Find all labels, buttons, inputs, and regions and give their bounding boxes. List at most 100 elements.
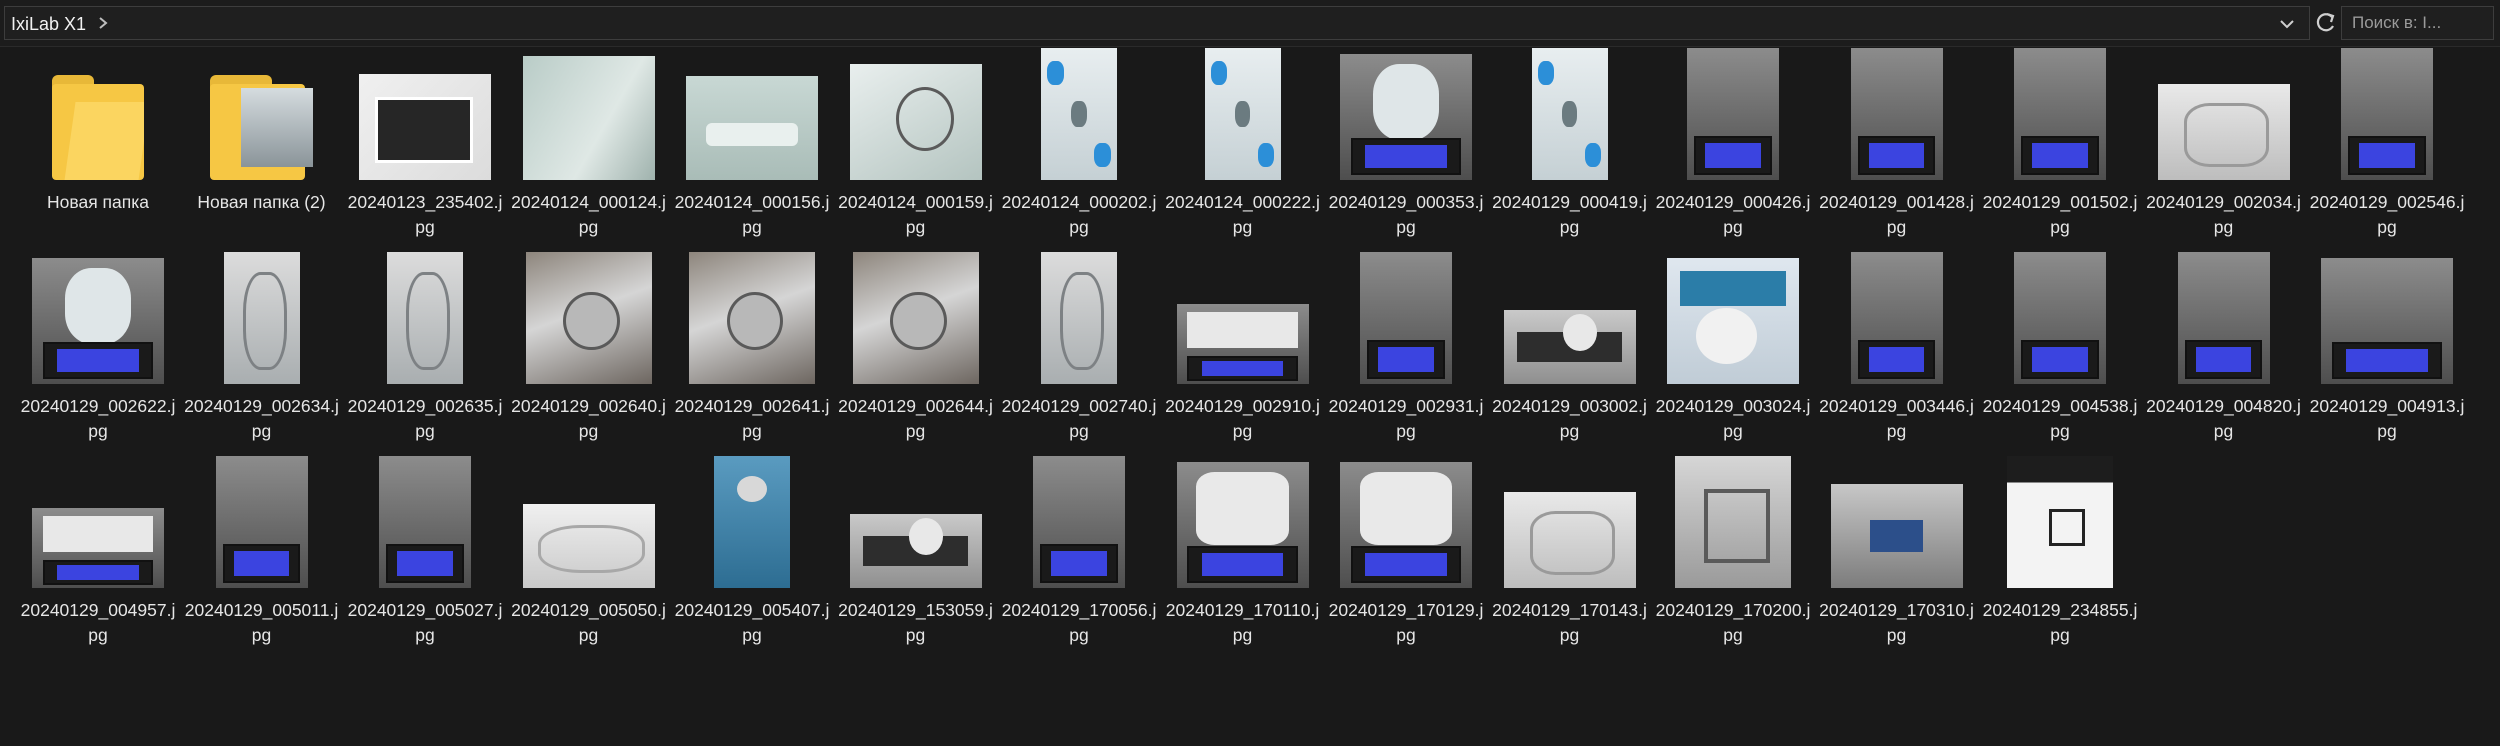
image-thumbnail: [1503, 310, 1636, 384]
folder-item[interactable]: Новая папка: [18, 50, 178, 250]
file-item[interactable]: 20240129_004913.jpg: [2307, 254, 2467, 454]
image-thumbnail: [1667, 258, 1799, 384]
file-name: 20240129_005050.jpg: [511, 600, 666, 645]
file-item[interactable]: 20240124_000222.jpg: [1163, 48, 1323, 250]
image-thumbnail: [1340, 54, 1472, 180]
file-item[interactable]: 20240129_005407.jpg: [672, 456, 832, 658]
file-item[interactable]: 20240129_005027.jpg: [345, 456, 505, 658]
file-item[interactable]: 20240129_003446.jpg: [1817, 252, 1977, 454]
file-name: 20240129_002622.jpg: [20, 396, 176, 441]
scale-icon: [386, 544, 464, 583]
image-thumbnail: [2341, 48, 2433, 180]
image-thumbnail: [714, 456, 790, 588]
file-item[interactable]: 20240129_234855.jpg: [1980, 456, 2140, 658]
file-name: 20240129_000353.jpg: [1328, 192, 1484, 237]
image-thumbnail: [1204, 48, 1281, 180]
file-item[interactable]: 20240129_000353.jpg: [1326, 50, 1486, 250]
file-item[interactable]: 20240129_170200.jpg: [1653, 456, 1813, 658]
file-name: 20240129_002931.jpg: [1328, 396, 1484, 441]
path-field[interactable]: IxiLab X1: [4, 6, 2310, 40]
file-name: 20240129_234855.jpg: [1982, 600, 2138, 645]
file-item[interactable]: 20240129_170129.jpg: [1326, 458, 1486, 658]
file-name: 20240129_000426.jpg: [1655, 192, 1811, 237]
file-item[interactable]: 20240129_002740.jpg: [999, 252, 1159, 454]
file-item[interactable]: 20240124_000159.jpg: [836, 50, 996, 250]
chevron-right-icon[interactable]: [97, 15, 109, 31]
image-thumbnail: [522, 56, 655, 180]
file-item[interactable]: 20240129_002034.jpg: [2144, 50, 2304, 250]
image-thumbnail: [1041, 252, 1117, 384]
file-item[interactable]: 20240129_003024.jpg: [1653, 254, 1813, 454]
file-item[interactable]: 20240129_005011.jpg: [182, 456, 342, 658]
file-item[interactable]: 20240124_000202.jpg: [999, 48, 1159, 250]
folder-item[interactable]: Новая папка (2): [182, 50, 342, 250]
image-thumbnail: [1830, 484, 1963, 588]
file-item[interactable]: 20240129_002622.jpg: [18, 254, 178, 454]
image-thumbnail: [2321, 258, 2453, 384]
file-item[interactable]: 20240129_002641.jpg: [672, 252, 832, 454]
scale-icon: [1350, 546, 1462, 583]
image-thumbnail: [2014, 48, 2106, 180]
scale-icon: [1367, 340, 1445, 379]
image-thumbnail: [1176, 462, 1309, 588]
refresh-icon[interactable]: [2312, 9, 2338, 37]
file-name: 20240129_002910.jpg: [1165, 396, 1320, 441]
file-item[interactable]: 20240129_003002.jpg: [1490, 254, 1650, 454]
file-name: 20240129_170110.jpg: [1165, 600, 1320, 645]
scale-icon: [1187, 546, 1298, 583]
image-thumbnail: [2177, 252, 2270, 384]
scale-icon: [2331, 342, 2443, 379]
chevron-down-icon[interactable]: [2277, 15, 2297, 33]
file-item[interactable]: 20240129_001428.jpg: [1817, 48, 1977, 250]
file-item[interactable]: 20240129_000419.jpg: [1490, 48, 1650, 250]
file-name: 20240129_002034.jpg: [2146, 192, 2301, 237]
file-item[interactable]: 20240124_000156.jpg: [672, 50, 832, 250]
image-thumbnail: [689, 252, 815, 384]
file-item[interactable]: 20240129_170110.jpg: [1163, 458, 1323, 658]
file-item[interactable]: 20240129_170310.jpg: [1817, 458, 1977, 658]
scale-icon: [2021, 136, 2099, 175]
image-thumbnail: [522, 504, 655, 588]
file-item[interactable]: 20240129_005050.jpg: [509, 458, 669, 658]
search-placeholder: Поиск в: I...: [2352, 13, 2442, 32]
file-item[interactable]: 20240129_170056.jpg: [999, 456, 1159, 658]
file-name: 20240129_002640.jpg: [511, 396, 666, 441]
file-item[interactable]: 20240129_002640.jpg: [509, 252, 669, 454]
file-item[interactable]: 20240129_004538.jpg: [1980, 252, 2140, 454]
image-thumbnail: [215, 456, 308, 588]
breadcrumb-current-folder[interactable]: IxiLab X1: [11, 14, 86, 35]
file-name: 20240129_001428.jpg: [1819, 192, 1974, 237]
file-item[interactable]: 20240129_001502.jpg: [1980, 48, 2140, 250]
file-item[interactable]: 20240129_000426.jpg: [1653, 48, 1813, 250]
file-name: 20240124_000156.jpg: [674, 192, 830, 237]
file-name: 20240129_003002.jpg: [1492, 396, 1647, 441]
scale-icon: [42, 342, 154, 379]
file-item[interactable]: 20240129_153059.jpg: [836, 458, 996, 658]
image-thumbnail: [32, 508, 164, 588]
file-item[interactable]: 20240129_002931.jpg: [1326, 252, 1486, 454]
file-name: 20240129_005407.jpg: [674, 600, 830, 645]
file-name: 20240123_235402.jpg: [347, 192, 503, 237]
file-name: 20240129_002641.jpg: [674, 396, 830, 441]
image-thumbnail: [1850, 48, 1943, 180]
file-item[interactable]: 20240129_002910.jpg: [1163, 254, 1323, 454]
file-name: 20240129_003024.jpg: [1655, 396, 1811, 441]
file-item[interactable]: 20240124_000124.jpg: [509, 50, 669, 250]
image-thumbnail: [1041, 48, 1117, 180]
scale-icon: [1350, 138, 1462, 175]
file-item[interactable]: 20240129_002634.jpg: [182, 252, 342, 454]
file-item[interactable]: 20240123_235402.jpg: [345, 50, 505, 250]
file-name: 20240129_153059.jpg: [838, 600, 993, 645]
file-name: 20240129_170056.jpg: [1001, 600, 1157, 645]
file-item[interactable]: 20240129_002644.jpg: [836, 252, 996, 454]
file-item[interactable]: 20240129_002635.jpg: [345, 252, 505, 454]
scale-icon: [42, 560, 154, 585]
file-name: 20240129_004957.jpg: [20, 600, 176, 645]
file-item[interactable]: 20240129_170143.jpg: [1490, 458, 1650, 658]
search-input[interactable]: Поиск в: I...: [2341, 6, 2494, 40]
file-name: 20240124_000202.jpg: [1001, 192, 1157, 237]
file-item[interactable]: 20240129_002546.jpg: [2307, 48, 2467, 250]
file-name: Новая папка: [46, 192, 149, 212]
file-item[interactable]: 20240129_004957.jpg: [18, 458, 178, 658]
file-item[interactable]: 20240129_004820.jpg: [2144, 252, 2304, 454]
